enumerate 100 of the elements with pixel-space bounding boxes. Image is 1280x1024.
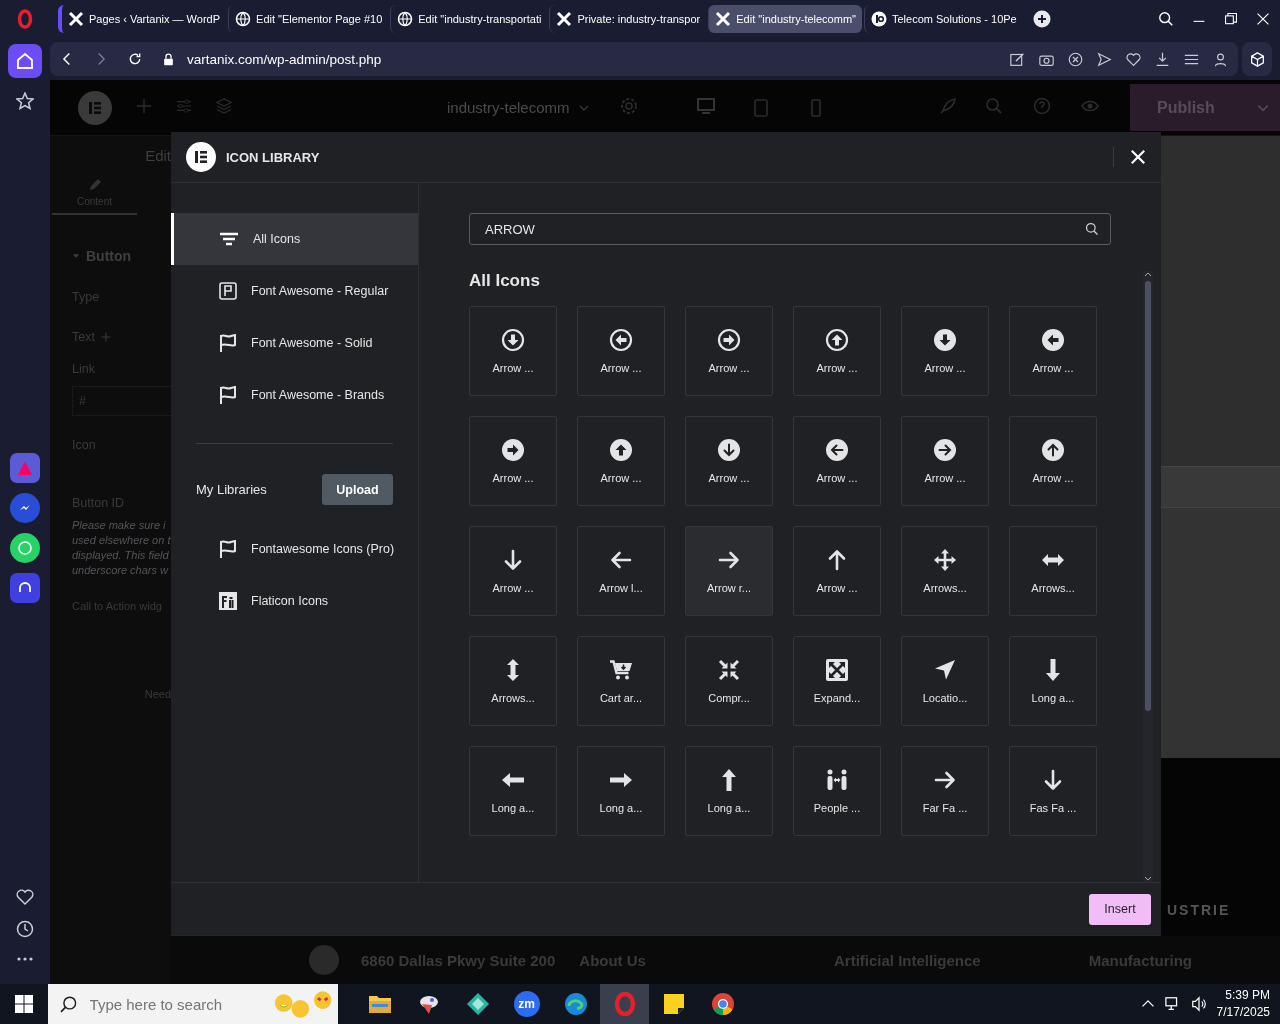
new-tab-icon[interactable] <box>1032 10 1051 28</box>
icon-tile[interactable]: Arrow l... <box>577 526 665 616</box>
blocker-icon[interactable] <box>1068 51 1083 67</box>
library-item[interactable]: Font Awesome - Solid <box>171 317 418 369</box>
home-sidebar-button[interactable] <box>8 44 42 78</box>
icon-tile[interactable]: Arrow ... <box>469 526 557 616</box>
home-icon <box>16 52 34 70</box>
section-label: My Libraries <box>196 482 267 497</box>
reload-icon[interactable] <box>128 52 142 66</box>
icon-tile[interactable]: Long a... <box>1009 636 1097 726</box>
cube-icon <box>1249 51 1265 67</box>
close-icon[interactable] <box>1130 149 1146 165</box>
icon-tile[interactable]: Long a... <box>469 746 557 836</box>
clock-date[interactable]: 7/17/2025 <box>1216 1004 1270 1021</box>
send-icon[interactable] <box>1097 51 1112 67</box>
ring-logo-icon[interactable] <box>17 9 33 29</box>
icon-tile[interactable]: Arrow ... <box>793 416 881 506</box>
edit-icon[interactable] <box>1010 51 1025 67</box>
search-icon[interactable] <box>1158 11 1174 27</box>
folder-icon[interactable] <box>367 994 392 1014</box>
chat-bubble-icon[interactable] <box>10 493 40 523</box>
address-text[interactable]: vartanix.com/wp-admin/post.php <box>187 51 382 67</box>
browser-tab[interactable]: Private: industry-transpor <box>549 5 707 33</box>
scrollbar[interactable] <box>1143 271 1153 882</box>
round-logo-icon[interactable] <box>710 992 735 1016</box>
search-field[interactable]: ARROW <box>469 213 1111 245</box>
icon-tile[interactable]: Arrows... <box>469 636 557 726</box>
icon-tile[interactable]: Expand... <box>793 636 881 726</box>
icon-tile[interactable]: Locatio... <box>901 636 989 726</box>
profile-icon[interactable] <box>1213 51 1228 67</box>
icon-tile[interactable]: Cart ar... <box>577 636 665 726</box>
zoom-app-icon[interactable]: zm <box>513 991 540 1017</box>
clock-time[interactable]: 5:39 PM <box>1225 987 1270 1004</box>
heart-icon[interactable] <box>16 888 34 906</box>
caret-up-icon[interactable] <box>1144 271 1152 277</box>
arrow-circle-down-icon <box>933 328 957 352</box>
expand-icon <box>825 658 849 682</box>
search-input[interactable]: Type here to search <box>87 994 262 1014</box>
cube-button[interactable] <box>1242 42 1272 76</box>
icon-tile[interactable]: Far Fa ... <box>901 746 989 836</box>
library-item[interactable]: Font Awesome - Brands <box>171 369 418 421</box>
library-item[interactable]: Font Awesome - Regular <box>171 265 418 317</box>
icon-tile[interactable]: Arrow ... <box>469 416 557 506</box>
icon-tile[interactable]: Arrow ... <box>1009 306 1097 396</box>
taskbar-search-field[interactable]: Type here to search <box>48 984 338 1024</box>
icon-tile[interactable]: Arrow r... <box>685 526 773 616</box>
upload-button[interactable]: Upload <box>322 474 393 505</box>
icon-tile[interactable]: Arrow ... <box>901 416 989 506</box>
icon-tile[interactable]: Arrow ... <box>793 306 881 396</box>
icon-tile[interactable]: Arrow ... <box>1009 416 1097 506</box>
desktop-icon <box>696 98 715 114</box>
search-icon <box>60 995 78 1013</box>
arrow-circle-left-icon <box>609 328 633 352</box>
browser-tab[interactable]: Edit "Elementor Page #10 <box>228 5 389 33</box>
restore-icon[interactable] <box>1224 12 1238 26</box>
section-heading: All Icons <box>469 271 541 291</box>
sliders-icon[interactable] <box>176 97 192 114</box>
download-icon[interactable] <box>1155 51 1170 67</box>
icon-tile[interactable]: Long a... <box>577 746 665 836</box>
pencil-icon <box>87 178 102 192</box>
speaker-icon[interactable] <box>1190 996 1207 1012</box>
search-icon[interactable] <box>1085 222 1099 236</box>
icon-tile[interactable]: Arrow ... <box>793 526 881 616</box>
taskbar-button[interactable]: zm <box>502 984 551 1024</box>
icon-tile[interactable]: Arrow ... <box>577 306 665 396</box>
library-item[interactable]: All Icons <box>171 213 418 265</box>
sparkle-icon <box>100 332 111 342</box>
icon-tile[interactable]: Arrow ... <box>469 306 557 396</box>
arrow-circle-right-icon <box>717 328 741 352</box>
headphones-icon[interactable] <box>10 573 40 603</box>
icon-tile[interactable]: Compr... <box>685 636 773 726</box>
insert-button[interactable]: Insert <box>1089 893 1151 925</box>
browser-tab[interactable]: Pages ‹ Vartanix — WordP <box>58 5 227 33</box>
diamond-icon[interactable] <box>465 992 490 1016</box>
browser-tab[interactable]: Edit "industry-telecomm" <box>708 5 862 33</box>
close-icon[interactable] <box>1256 12 1270 26</box>
icon-tile[interactable]: People ... <box>793 746 881 836</box>
icon-tile[interactable]: Arrow ... <box>685 416 773 506</box>
icon-tile[interactable]: Long a... <box>685 746 773 836</box>
clock-icon[interactable] <box>16 920 34 938</box>
sticky-note-icon[interactable] <box>662 993 685 1015</box>
arrow-circle-right-icon <box>933 438 957 462</box>
browser-tab[interactable]: Edit "industry-transportati <box>390 5 548 33</box>
icon-tile[interactable]: Arrow ... <box>577 416 665 506</box>
globe-icon <box>397 11 414 27</box>
library-item[interactable]: Fontawesome Icons (Pro) <box>171 523 418 575</box>
arrow-circle-left-icon <box>825 438 849 462</box>
icon-tile[interactable]: Arrow ... <box>901 306 989 396</box>
library-item[interactable]: Flaticon Icons <box>171 575 418 627</box>
arrow-circle-up-icon <box>609 438 633 462</box>
swirl-icon[interactable] <box>563 992 588 1016</box>
caret-down-icon[interactable] <box>1144 876 1152 882</box>
icon-tile[interactable]: Arrow ... <box>685 306 773 396</box>
triangle-app-icon[interactable] <box>10 453 40 483</box>
icon-tile[interactable]: Fas Fa ... <box>1009 746 1097 836</box>
heart-icon[interactable] <box>1126 51 1141 67</box>
icon-tile[interactable]: Arrows... <box>1009 526 1097 616</box>
fi-logo-icon <box>219 592 237 610</box>
browser-tab[interactable]: Telecom Solutions - 10Pe <box>863 5 1023 33</box>
icon-tile[interactable]: Arrows... <box>901 526 989 616</box>
